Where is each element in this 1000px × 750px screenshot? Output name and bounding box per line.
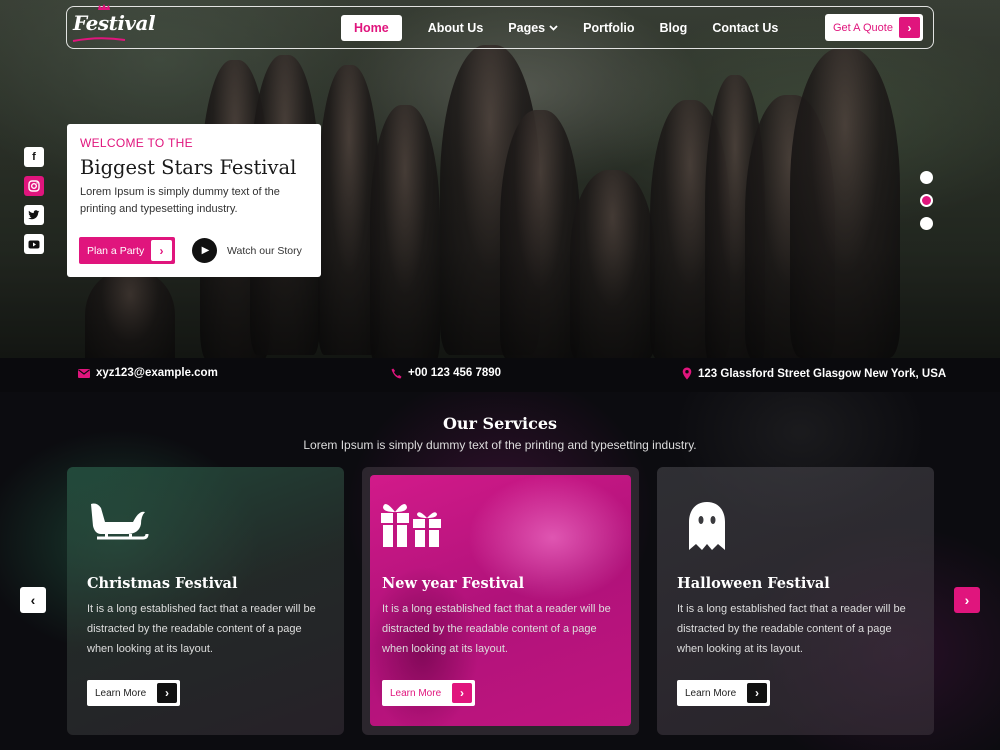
slider-dot-3[interactable] xyxy=(920,217,933,230)
contact-address[interactable]: 123 Glassford Street Glasgow New York, U… xyxy=(682,367,946,380)
service-card-title: New year Festival xyxy=(382,575,525,592)
chevron-right-icon: › xyxy=(899,17,920,38)
contact-address-text: 123 Glassford Street Glasgow New York, U… xyxy=(698,367,947,380)
chevron-right-icon: › xyxy=(151,240,172,261)
slider-dot-2[interactable] xyxy=(920,194,933,207)
hero-section: Festival Home About Us Pages Portfolio B… xyxy=(0,0,1000,358)
nav-links: Home About Us Pages Portfolio Blog Conta… xyxy=(341,14,803,41)
learn-more-button[interactable]: Learn More › xyxy=(382,680,475,706)
facebook-icon[interactable]: f xyxy=(24,147,44,167)
logo-swoosh-icon xyxy=(72,37,126,42)
chevron-right-icon: › xyxy=(157,683,177,703)
gift-icon xyxy=(381,503,441,547)
contact-email-text: xyz123@example.com xyxy=(96,367,218,379)
learn-more-button[interactable]: Learn More › xyxy=(677,680,770,706)
main-navbar: Festival Home About Us Pages Portfolio B… xyxy=(66,4,934,49)
hero-card: WELCOME TO THE Biggest Stars Festival Lo… xyxy=(67,124,321,277)
sleigh-icon xyxy=(91,503,149,540)
plan-a-party-button[interactable]: Plan a Party › xyxy=(79,237,175,264)
contact-phone[interactable]: +00 123 456 7890 xyxy=(391,367,501,379)
hero-eyebrow: WELCOME TO THE xyxy=(80,136,193,150)
get-a-quote-button[interactable]: Get A Quote › xyxy=(825,14,923,41)
phone-icon xyxy=(391,368,402,378)
nav-portfolio[interactable]: Portfolio xyxy=(583,21,634,35)
service-card-text: It is a long established fact that a rea… xyxy=(382,603,611,655)
services-subheading: Lorem Ipsum is simply dummy text of the … xyxy=(303,438,697,452)
instagram-icon[interactable] xyxy=(24,176,44,196)
learn-more-label: Learn More xyxy=(390,687,442,699)
nav-home[interactable]: Home xyxy=(341,14,402,41)
slider-dots xyxy=(920,171,933,240)
service-card-text: It is a long established fact that a rea… xyxy=(87,603,316,655)
nav-about-us[interactable]: About Us xyxy=(428,21,484,35)
social-links: f xyxy=(24,147,44,263)
service-card-halloween: Halloween Festival It is a long establis… xyxy=(657,467,934,735)
chevron-right-icon: › xyxy=(964,592,970,608)
ghost-icon xyxy=(689,502,725,550)
contact-email[interactable]: xyz123@example.com xyxy=(78,367,218,379)
logo-text: Festival xyxy=(73,11,156,35)
hero-title: Biggest Stars Festival xyxy=(80,156,297,179)
learn-more-label: Learn More xyxy=(95,687,147,699)
services-section: Our Services Lorem Ipsum is simply dummy… xyxy=(0,392,1000,750)
watch-story-link[interactable]: ▶ Watch our Story xyxy=(192,238,302,263)
logo[interactable]: Festival xyxy=(67,4,156,47)
chevron-down-icon xyxy=(549,24,558,31)
hero-text: Lorem Ipsum is simply dummy text of the … xyxy=(80,186,280,215)
service-card-text: It is a long established fact that a rea… xyxy=(677,603,906,655)
nav-contact-us[interactable]: Contact Us xyxy=(712,21,778,35)
chevron-right-icon: › xyxy=(452,683,472,703)
play-icon: ▶ xyxy=(192,238,217,263)
service-card-christmas: Christmas Festival It is a long establis… xyxy=(67,467,344,735)
service-card-new-year: New year Festival It is a long establish… xyxy=(362,467,639,735)
chevron-left-icon: ‹ xyxy=(30,592,36,608)
services-heading: Our Services xyxy=(442,414,558,433)
nav-blog[interactable]: Blog xyxy=(660,21,688,35)
contact-phone-text: +00 123 456 7890 xyxy=(408,367,502,379)
service-card-title: Christmas Festival xyxy=(87,575,238,592)
carousel-prev-button[interactable]: ‹ xyxy=(20,587,46,613)
carousel-next-button[interactable]: › xyxy=(954,587,980,613)
chevron-right-icon: › xyxy=(747,683,767,703)
contact-bar: xyz123@example.com +00 123 456 7890 123 … xyxy=(0,358,1000,392)
location-pin-icon xyxy=(682,367,692,380)
twitter-icon[interactable] xyxy=(24,205,44,225)
youtube-icon[interactable] xyxy=(24,234,44,254)
nav-pages[interactable]: Pages xyxy=(508,21,558,35)
slider-dot-1[interactable] xyxy=(920,171,933,184)
nav-pages-label: Pages xyxy=(508,20,546,35)
learn-more-button[interactable]: Learn More › xyxy=(87,680,180,706)
learn-more-label: Learn More xyxy=(685,687,737,699)
plan-a-party-label: Plan a Party xyxy=(87,244,145,257)
email-icon xyxy=(78,368,90,378)
get-a-quote-label: Get A Quote xyxy=(833,21,893,34)
crown-icon xyxy=(98,4,110,10)
service-card-title: Halloween Festival xyxy=(677,575,830,592)
watch-story-label: Watch our Story xyxy=(227,244,302,257)
